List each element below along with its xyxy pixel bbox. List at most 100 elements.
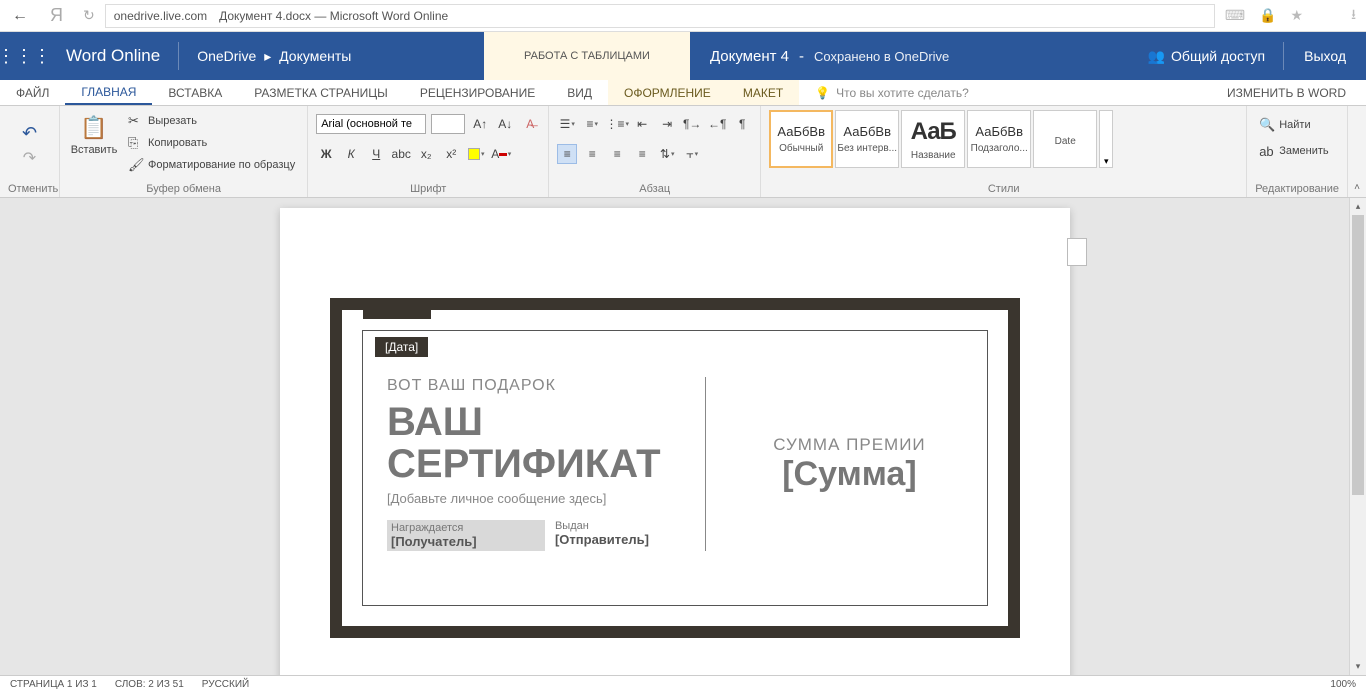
superscript-button[interactable]: x² (441, 144, 461, 164)
bullets-button[interactable]: ☰ (557, 114, 577, 134)
align-center-button[interactable]: ≡ (582, 144, 602, 164)
download-icon[interactable]: ⭳ (1351, 4, 1356, 28)
breadcrumb[interactable]: OneDrive ▸ Документы (179, 48, 369, 65)
tab-table-design[interactable]: ОФОРМЛЕНИЕ (608, 80, 727, 105)
app-launcher-icon[interactable]: ⋮⋮⋮ (0, 32, 48, 80)
replace-button[interactable]: abЗаменить (1255, 140, 1332, 162)
tab-review[interactable]: РЕЦЕНЗИРОВАНИЕ (404, 80, 551, 105)
back-button[interactable]: ← (10, 7, 30, 25)
tab-home[interactable]: ГЛАВНАЯ (65, 80, 152, 105)
paste-icon: 📋 (80, 112, 107, 144)
address-bar[interactable]: onedrive.live.com Документ 4.docx — Micr… (105, 4, 1215, 28)
page[interactable]: [Дата] ВОТ ВАШ ПОДАРОК ВАШ СЕРТИФИКАТ [Д… (280, 208, 1070, 675)
style-no-spacing[interactable]: АаБбВвБез интерв... (835, 110, 899, 168)
tell-me-search[interactable]: 💡 Что вы хотите сделать? (799, 80, 985, 105)
awarded-to-field[interactable]: Награждается [Получатель] (387, 520, 545, 551)
message-field[interactable]: [Добавьте личное сообщение здесь] (387, 491, 705, 506)
align-right-button[interactable]: ≡ (607, 144, 627, 164)
font-color-button[interactable]: A (491, 144, 511, 164)
rtl-button[interactable]: ←¶ (707, 114, 727, 134)
group-label-paragraph: Абзац (557, 181, 752, 195)
scroll-down-icon[interactable]: ▾ (1350, 658, 1366, 675)
bold-button[interactable]: Ж (316, 144, 336, 164)
replace-icon: ab (1259, 144, 1275, 159)
numbering-button[interactable]: ≡ (582, 114, 602, 134)
shrink-font-button[interactable]: A↓ (495, 114, 515, 134)
app-name[interactable]: Word Online (48, 42, 179, 70)
ribbon-tabs: ФАЙЛ ГЛАВНАЯ ВСТАВКА РАЗМЕТКА СТРАНИЦЫ Р… (0, 80, 1366, 106)
subscript-button[interactable]: x₂ (416, 144, 436, 164)
font-size-select[interactable] (431, 114, 465, 134)
share-icon: 👥 (1148, 48, 1165, 65)
justify-button[interactable]: ≡ (632, 144, 652, 164)
page-handle[interactable] (1067, 238, 1087, 266)
clear-format-button[interactable]: A̶ (520, 114, 540, 134)
undo-button[interactable]: ↶ (20, 124, 40, 144)
share-button[interactable]: 👥 Общий доступ (1130, 48, 1284, 65)
tab-layout[interactable]: РАЗМЕТКА СТРАНИЦЫ (238, 80, 404, 105)
group-label-clipboard: Буфер обмена (68, 181, 299, 195)
ltr-button[interactable]: ¶→ (682, 114, 702, 134)
language-indicator[interactable]: РУССКИЙ (202, 679, 249, 690)
browser-toolbar: ← Я ↻ onedrive.live.com Документ 4.docx … (0, 0, 1366, 32)
status-bar: СТРАНИЦА 1 ИЗ 1 СЛОВ: 2 ИЗ 51 РУССКИЙ 10… (0, 675, 1366, 692)
browser-actions: ⌨ 🔒 ★ ⭳ (1225, 4, 1356, 28)
certificate-subtitle[interactable]: ВОТ ВАШ ПОДАРОК (387, 377, 705, 395)
show-marks-button[interactable]: ¶ (732, 114, 752, 134)
style-subtitle[interactable]: АаБбВвПодзаголо... (967, 110, 1031, 168)
brush-icon: 🖌 (128, 157, 144, 173)
find-button[interactable]: 🔍Найти (1255, 114, 1314, 136)
reload-button[interactable]: ↻ (83, 7, 95, 24)
document-canvas[interactable]: [Дата] ВОТ ВАШ ПОДАРОК ВАШ СЕРТИФИКАТ [Д… (0, 198, 1366, 675)
font-family-select[interactable] (316, 114, 426, 134)
issued-by-field[interactable]: Выдан [Отправитель] (555, 520, 705, 551)
style-normal[interactable]: АаБбВвОбычный (769, 110, 833, 168)
underline-button[interactable]: Ч (366, 144, 386, 164)
line-spacing-button[interactable]: ⇅ (657, 144, 677, 164)
cut-button[interactable]: ✂Вырезать (124, 110, 299, 132)
vertical-scrollbar[interactable]: ▴ ▾ (1349, 198, 1366, 675)
tab-insert[interactable]: ВСТАВКА (152, 80, 238, 105)
tab-table-layout[interactable]: МАКЕТ (727, 80, 799, 105)
strike-button[interactable]: abc (391, 144, 411, 164)
prize-value[interactable]: [Сумма] (782, 455, 916, 494)
highlight-button[interactable] (466, 144, 486, 164)
word-count[interactable]: СЛОВ: 2 ИЗ 51 (115, 679, 184, 690)
page-indicator[interactable]: СТРАНИЦА 1 ИЗ 1 (10, 679, 97, 690)
style-date[interactable]: Date (1033, 110, 1097, 168)
style-gallery: АаБбВвОбычный АаБбВвБез интерв... АаБНаз… (769, 110, 1113, 168)
edit-in-word-button[interactable]: ИЗМЕНИТЬ В WORD (1207, 80, 1366, 105)
scroll-thumb[interactable] (1352, 215, 1364, 495)
lock-icon[interactable]: 🔒 (1259, 7, 1276, 24)
style-title[interactable]: АаБНазвание (901, 110, 965, 168)
certificate-title[interactable]: ВАШ СЕРТИФИКАТ (387, 401, 705, 485)
grow-font-button[interactable]: A↑ (470, 114, 490, 134)
redo-button[interactable]: ↷ (20, 148, 40, 168)
outdent-button[interactable]: ⇤ (632, 114, 652, 134)
indent-button[interactable]: ⇥ (657, 114, 677, 134)
italic-button[interactable]: К (341, 144, 361, 164)
table-tools-context: РАБОТА С ТАБЛИЦАМИ (484, 32, 690, 80)
scroll-up-icon[interactable]: ▴ (1350, 198, 1366, 215)
align-left-button[interactable]: ≡ (557, 144, 577, 164)
collapse-ribbon-icon[interactable]: ˄ (1354, 182, 1360, 193)
multilevel-button[interactable]: ⋮≡ (607, 114, 627, 134)
url-domain: onedrive.live.com (114, 9, 207, 23)
bookmark-icon[interactable]: ★ (1291, 7, 1304, 24)
url-title: Документ 4.docx — Microsoft Word Online (219, 9, 448, 23)
group-label-styles: Стили (769, 181, 1238, 195)
translate-icon[interactable]: ⌨ (1225, 7, 1245, 24)
prize-label[interactable]: СУММА ПРЕМИИ (773, 435, 925, 455)
document-title[interactable]: Документ 4 (710, 48, 789, 65)
tab-file[interactable]: ФАЙЛ (0, 80, 65, 105)
format-painter-button[interactable]: 🖌Форматирование по образцу (124, 154, 299, 176)
date-field[interactable]: [Дата] (375, 337, 428, 357)
paste-button[interactable]: 📋 Вставить (68, 110, 120, 158)
zoom-level[interactable]: 100% (1330, 679, 1356, 690)
special-indent-button[interactable]: ⫟ (682, 144, 702, 164)
style-gallery-expand[interactable]: ▾ (1099, 110, 1113, 168)
copy-button[interactable]: ⎘Копировать (124, 132, 299, 154)
signout-button[interactable]: Выход (1283, 42, 1366, 70)
tab-view[interactable]: ВИД (551, 80, 608, 105)
group-label-editing: Редактирование (1255, 181, 1339, 195)
